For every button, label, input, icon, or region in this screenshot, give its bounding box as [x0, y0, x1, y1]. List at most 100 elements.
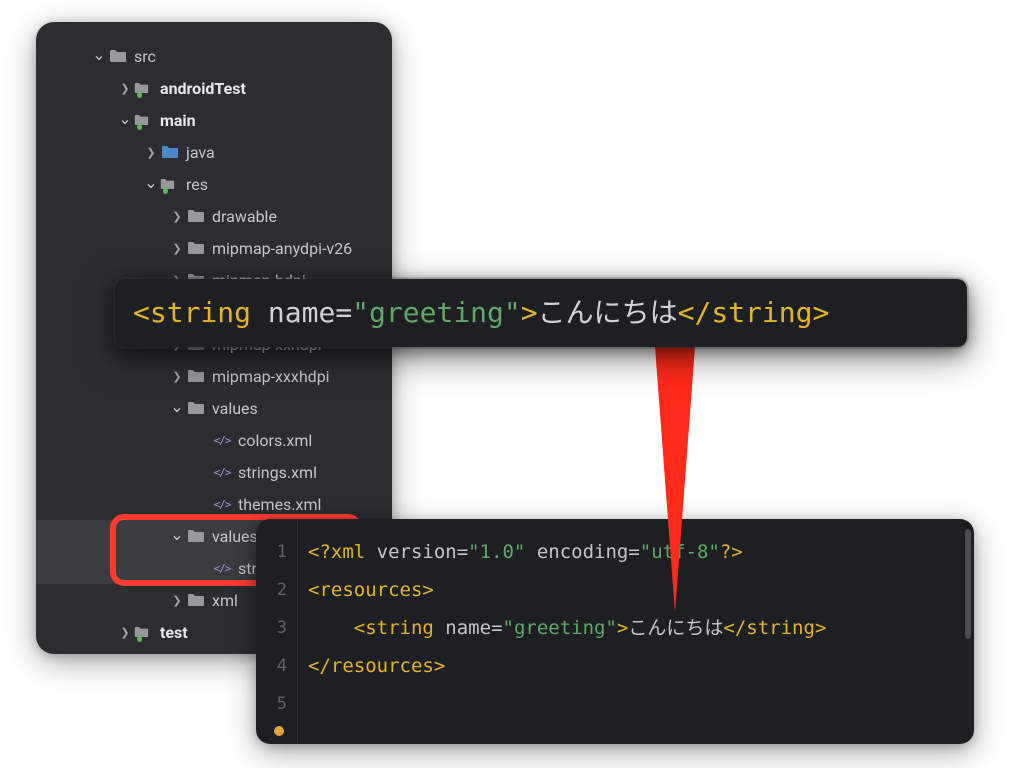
tree-item-main[interactable]: main: [36, 104, 392, 136]
gutter-line-number: 5: [260, 685, 287, 723]
warning-indicator-icon: [274, 726, 284, 736]
code-line[interactable]: </resources>: [308, 647, 964, 685]
chevron-down-icon[interactable]: [116, 114, 134, 127]
tree-item-label: values: [212, 399, 258, 418]
zoomed-code-line: <string name="greeting">こんにちは</string>: [115, 279, 967, 347]
code-token: </: [308, 655, 331, 677]
code-token: =: [457, 541, 468, 563]
code-line[interactable]: <string name="greeting">こんにちは</string>: [308, 609, 964, 647]
code-token: resources: [319, 579, 422, 601]
tree-item-label: colors.xml: [238, 431, 312, 450]
tree-item-drawable[interactable]: drawable: [36, 200, 392, 232]
code-token: string: [746, 617, 815, 639]
folder-icon: [186, 206, 206, 226]
code-token: >: [617, 617, 628, 639]
code-line[interactable]: <resources>: [308, 571, 964, 609]
code-token: name: [434, 617, 491, 639]
code-token: >: [815, 617, 826, 639]
gutter-line-number: 2: [260, 571, 287, 609]
code-token: resources: [331, 655, 434, 677]
module-folder-icon: [160, 174, 180, 194]
zoom-gt: >: [521, 296, 538, 329]
tree-item-label: src: [134, 47, 156, 66]
folder-icon: [186, 238, 206, 258]
tree-item-colors-xml[interactable]: </> colors.xml: [36, 424, 392, 456]
tree-item-label: mipmap-xxxhdpi: [212, 367, 330, 386]
code-token: <: [354, 617, 365, 639]
tree-item-themes-xml[interactable]: </> themes.xml: [36, 488, 392, 520]
tree-item-mipmap-xxxhdpi[interactable]: mipmap-xxxhdpi: [36, 360, 392, 392]
chevron-right-icon[interactable]: [168, 210, 186, 223]
folder-icon: [186, 526, 206, 546]
gutter-line-number: 1: [260, 533, 287, 571]
code-token: "greeting": [503, 617, 617, 639]
gutter-line-number: 4: [260, 647, 287, 685]
tree-item-androidtest[interactable]: androidTest: [36, 72, 392, 104]
chevron-right-icon[interactable]: [142, 146, 160, 159]
chevron-down-icon[interactable]: [168, 530, 186, 543]
tree-item-label: res: [186, 175, 208, 194]
code-file-icon: </>: [212, 462, 232, 482]
zoom-text: こんにちは: [538, 296, 678, 329]
chevron-down-icon[interactable]: [90, 50, 108, 63]
gutter-line-number: 3: [260, 609, 287, 647]
code-editor[interactable]: 12345 <?xml version="1.0" encoding="utf-…: [256, 519, 974, 744]
tree-item-label: test: [160, 623, 188, 642]
code-token: string: [365, 617, 434, 639]
tree-item-label: strings.xml: [238, 463, 317, 482]
code-file-icon: </>: [212, 430, 232, 450]
tree-item-strings-xml[interactable]: </> strings.xml: [36, 456, 392, 488]
chevron-right-icon[interactable]: [116, 82, 134, 95]
code-file-icon: </>: [212, 494, 232, 514]
folder-icon: [186, 398, 206, 418]
code-token: >: [422, 579, 433, 601]
code-token: <: [308, 579, 319, 601]
tree-item-java[interactable]: java: [36, 136, 392, 168]
chevron-right-icon[interactable]: [168, 370, 186, 383]
code-token: ?>: [720, 541, 743, 563]
editor-code[interactable]: <?xml version="1.0" encoding="utf-8"?><r…: [308, 533, 964, 685]
chevron-right-icon[interactable]: [168, 242, 186, 255]
code-token: <?xml: [308, 541, 365, 563]
editor-gutter: 12345: [256, 519, 298, 744]
tree-item-label: java: [186, 143, 215, 162]
tree-item-label: drawable: [212, 207, 277, 226]
tree-item-mipmap-anydpi-v26[interactable]: mipmap-anydpi-v26: [36, 232, 392, 264]
code-token: "utf-8": [640, 541, 720, 563]
zoom-attr-name: name: [251, 296, 335, 329]
zoom-tag-close: </string>: [678, 296, 830, 329]
tree-item-label: androidTest: [160, 79, 246, 98]
code-file-icon: </>: [212, 558, 232, 578]
code-token: [308, 617, 354, 639]
tree-item-label: themes.xml: [238, 495, 321, 514]
module-folder-icon: [134, 78, 154, 98]
module-folder-icon: [134, 622, 154, 642]
code-token: version: [365, 541, 457, 563]
code-line[interactable]: <?xml version="1.0" encoding="utf-8"?>: [308, 533, 964, 571]
code-token: こんにちは: [628, 617, 723, 639]
tree-item-src[interactable]: src: [36, 40, 392, 72]
code-token: >: [434, 655, 445, 677]
folder-icon: [108, 46, 128, 66]
chevron-right-icon[interactable]: [116, 626, 134, 639]
code-token: =: [491, 617, 502, 639]
code-token: encoding: [525, 541, 628, 563]
tree-item-values[interactable]: values: [36, 392, 392, 424]
folder-icon: [160, 142, 180, 162]
editor-scrollbar-thumb[interactable]: [965, 529, 971, 639]
zoom-eq: =: [335, 296, 352, 329]
code-token: </: [723, 617, 746, 639]
zoom-attr-value: "greeting": [352, 296, 521, 329]
tree-item-res[interactable]: res: [36, 168, 392, 200]
chevron-down-icon[interactable]: [142, 178, 160, 191]
code-token: "1.0": [468, 541, 525, 563]
chevron-right-icon[interactable]: [168, 594, 186, 607]
module-folder-icon: [134, 110, 154, 130]
folder-icon: [186, 590, 206, 610]
chevron-down-icon[interactable]: [168, 402, 186, 415]
tree-item-label: main: [160, 111, 196, 130]
folder-icon: [186, 366, 206, 386]
tree-item-label: mipmap-anydpi-v26: [212, 239, 352, 258]
zoom-tag-open: <string: [133, 296, 251, 329]
tree-item-label: xml: [212, 591, 238, 610]
